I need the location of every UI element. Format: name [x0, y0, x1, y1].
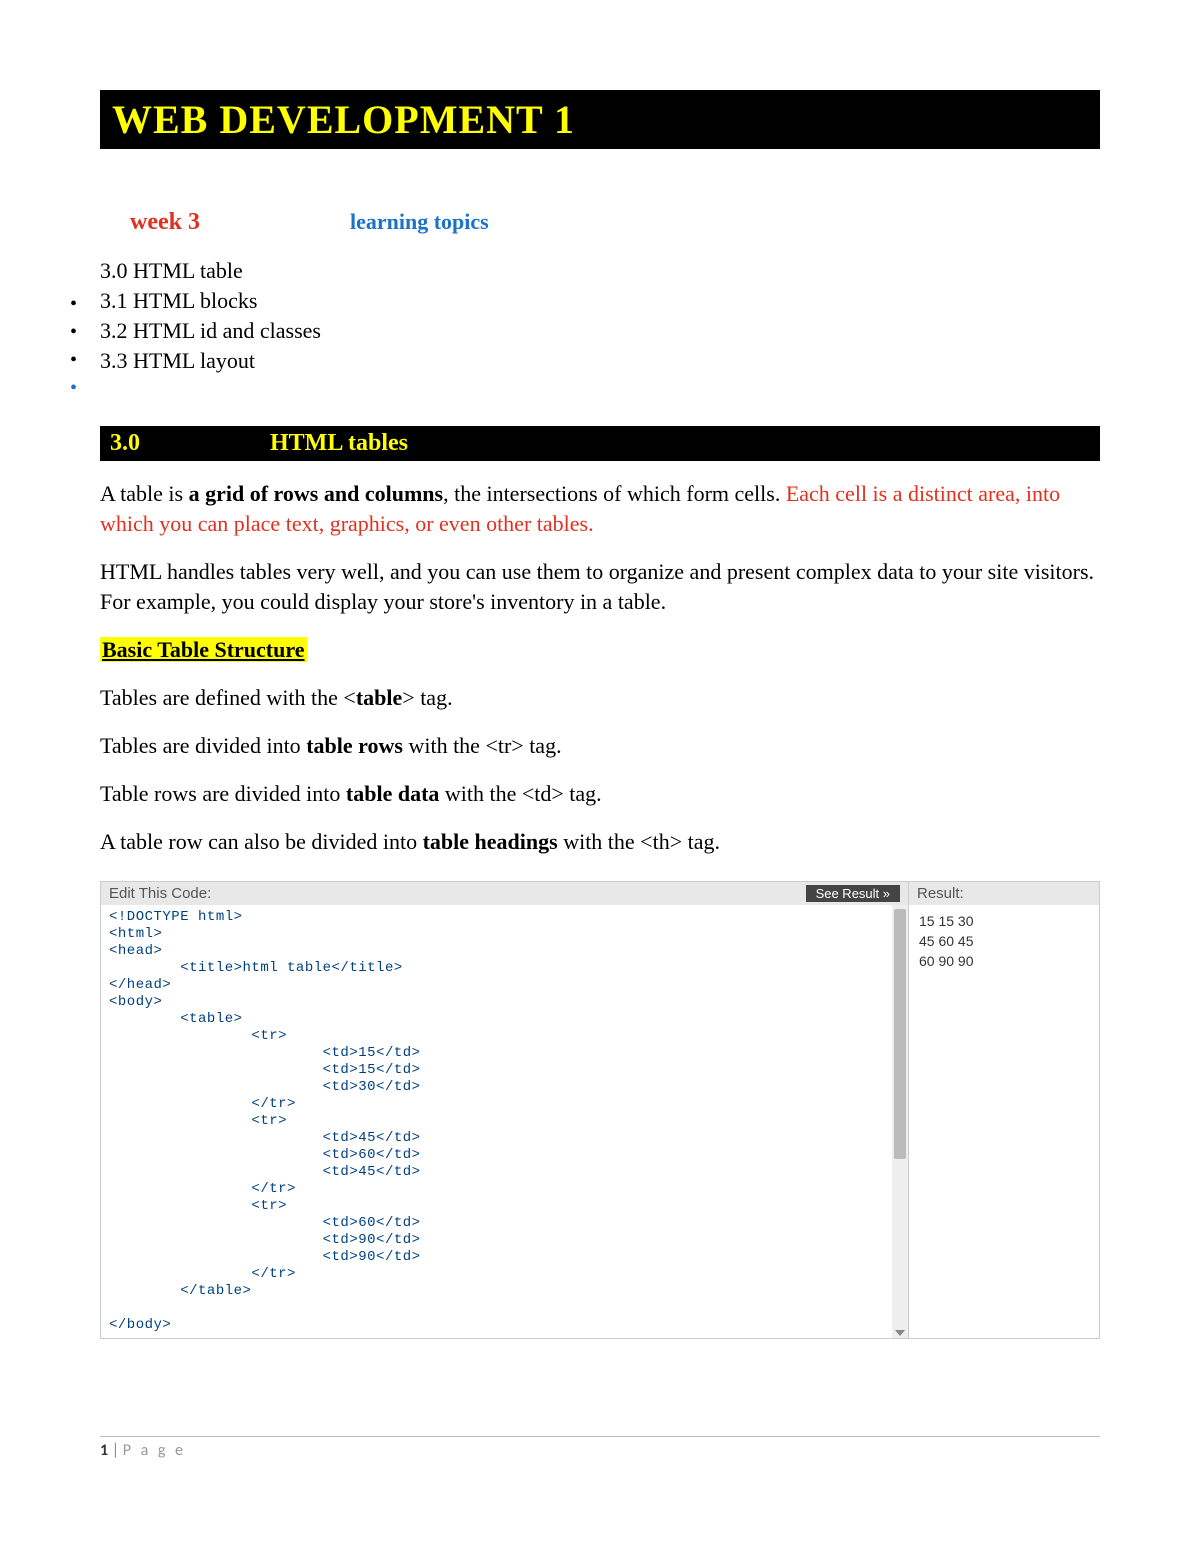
term: table rows — [306, 733, 403, 758]
topic-item: 3.2 HTML id and classes — [100, 316, 1100, 346]
text: > tag. — [402, 685, 452, 710]
bullet-icon: • — [70, 318, 77, 346]
text: , the intersections of which form cells. — [443, 481, 786, 506]
see-result-button[interactable]: See Result » — [806, 885, 900, 902]
footer-separator: | — [108, 1441, 123, 1460]
paragraph: HTML handles tables very well, and you c… — [100, 557, 1100, 617]
term: table headings — [423, 829, 558, 854]
result-line: 60 90 90 — [919, 951, 1089, 971]
paragraph: Tables are defined with the <table> tag. — [100, 683, 1100, 713]
topic-item: 3.0 HTML table — [100, 256, 1100, 286]
section-number: 3.0 — [110, 430, 140, 457]
text-bold: a grid of rows and columns — [189, 481, 443, 506]
result-label: Result: — [909, 882, 1099, 905]
text: A table is — [100, 481, 189, 506]
topics-list: • • • • 3.0 HTML table 3.1 HTML blocks 3… — [100, 256, 1100, 376]
scrollbar-thumb[interactable] — [894, 909, 906, 1159]
code-textarea[interactable]: <!DOCTYPE html> <html> <head> <title>htm… — [101, 905, 892, 1338]
page-word: P a g e — [123, 1441, 186, 1460]
page-number: 1 — [100, 1441, 108, 1460]
result-output: 15 15 30 45 60 45 60 90 90 — [909, 905, 1099, 977]
code-editor-header: Edit This Code: See Result » — [101, 882, 908, 905]
page-footer: 1 | P a g e — [100, 1436, 1100, 1460]
bullet-icon: • — [70, 346, 77, 374]
chevron-down-icon[interactable] — [895, 1330, 905, 1336]
text: A table row can also be divided into — [100, 829, 423, 854]
highlighted-heading: Basic Table Structure — [100, 637, 307, 662]
topic-item: 3.3 HTML layout — [100, 346, 1100, 376]
section-banner: 3.0 HTML tables — [100, 426, 1100, 461]
text: Tables are defined with the < — [100, 685, 356, 710]
text: with the <td> tag. — [439, 781, 601, 806]
result-pane: Result: 15 15 30 45 60 45 60 90 90 — [909, 882, 1099, 1338]
paragraph: Tables are divided into table rows with … — [100, 731, 1100, 761]
subheading-row: week 3 learning topics — [130, 209, 1100, 236]
bullet-column: • • • • — [70, 290, 77, 402]
scrollbar[interactable] — [892, 905, 908, 1338]
result-line: 45 60 45 — [919, 931, 1089, 951]
tag-name: table — [356, 685, 402, 710]
learning-topics-label: learning topics — [350, 209, 489, 235]
code-example-panel: Edit This Code: See Result » <!DOCTYPE h… — [100, 881, 1100, 1339]
edit-code-label: Edit This Code: — [109, 885, 211, 902]
text: with the <th> tag. — [558, 829, 720, 854]
paragraph: A table is a grid of rows and columns, t… — [100, 479, 1100, 539]
term: table data — [346, 781, 440, 806]
subsection-heading: Basic Table Structure — [100, 635, 1100, 665]
result-line: 15 15 30 — [919, 911, 1089, 931]
text: Tables are divided into — [100, 733, 306, 758]
code-editor-pane: Edit This Code: See Result » <!DOCTYPE h… — [101, 882, 909, 1338]
week-label: week 3 — [130, 209, 200, 236]
paragraph: Table rows are divided into table data w… — [100, 779, 1100, 809]
page: WEB DEVELOPMENT 1 week 3 learning topics… — [0, 0, 1200, 1500]
bullet-icon: • — [70, 290, 77, 318]
paragraph: A table row can also be divided into tab… — [100, 827, 1100, 857]
text: Table rows are divided into — [100, 781, 346, 806]
topic-item: 3.1 HTML blocks — [100, 286, 1100, 316]
course-title-banner: WEB DEVELOPMENT 1 — [100, 90, 1100, 149]
bullet-icon: • — [70, 374, 77, 402]
section-title: HTML tables — [270, 430, 408, 457]
text: with the <tr> tag. — [403, 733, 562, 758]
